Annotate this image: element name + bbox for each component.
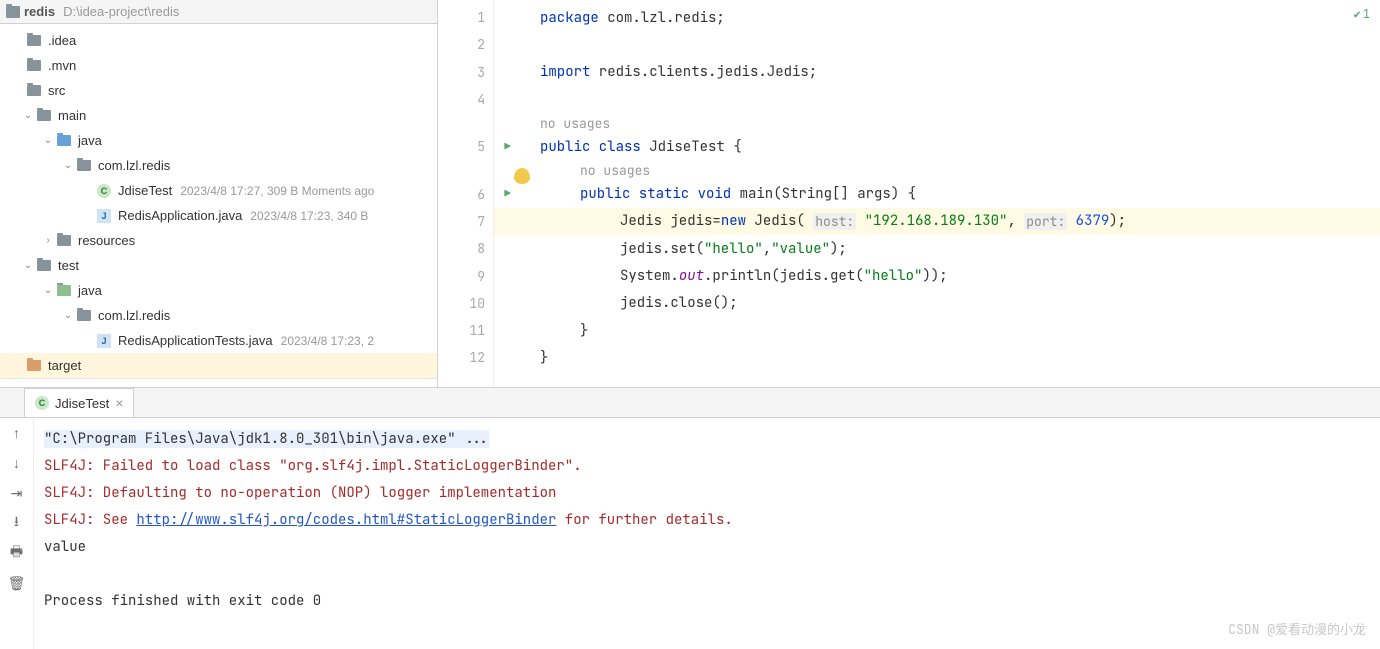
tree-item-main[interactable]: ⌄main (0, 103, 437, 128)
tree-item-mvn[interactable]: .mvn (0, 53, 437, 78)
chevron-right-icon[interactable]: › (42, 235, 54, 246)
class-icon: C (97, 184, 111, 198)
project-tree-panel: redis D:\idea-project\redis .idea .mvn s… (0, 0, 438, 387)
java-file-icon: J (97, 334, 111, 348)
line-number[interactable]: 10 (438, 290, 493, 317)
run-tabs: C JdiseTest × (0, 388, 1380, 418)
breadcrumb-path: D:\idea-project\redis (63, 4, 179, 19)
chevron-down-icon[interactable]: ⌄ (62, 160, 74, 171)
chevron-down-icon[interactable]: ⌄ (42, 285, 54, 296)
console-line: SLF4J: Defaulting to no-operation (NOP) … (44, 480, 1370, 507)
tree-item-jdisetest[interactable]: CJdiseTest2023/4/8 17:27, 309 B Moments … (0, 178, 437, 203)
line-number[interactable]: 4 (438, 86, 493, 113)
console-line (44, 561, 1370, 588)
line-number[interactable]: 3 (438, 59, 493, 86)
tree-item-test-package[interactable]: ⌄com.lzl.redis (0, 303, 437, 328)
breadcrumb-name: redis (24, 4, 55, 19)
line-number[interactable]: 1 (438, 4, 493, 31)
tree-item-java[interactable]: ⌄java (0, 128, 437, 153)
resources-folder-icon (57, 235, 71, 246)
line-number[interactable]: 5▶ (438, 133, 493, 160)
console-output[interactable]: "C:\Program Files\Java\jdk1.8.0_301\bin\… (34, 418, 1380, 649)
scroll-up-icon[interactable]: ↑ (8, 424, 26, 442)
run-tab-jdisetest[interactable]: C JdiseTest × (24, 388, 134, 417)
folder-icon (6, 6, 20, 18)
line-number[interactable]: 6▶ (438, 180, 493, 207)
breadcrumb[interactable]: redis D:\idea-project\redis (0, 0, 437, 24)
console-line: SLF4J: Failed to load class "org.slf4j.i… (44, 453, 1370, 480)
chevron-down-icon[interactable]: ⌄ (22, 110, 34, 121)
scroll-to-end-icon[interactable]: ⭳ (8, 514, 26, 532)
watermark: CSDN @爱看动漫的小龙 (1228, 616, 1366, 643)
folder-icon (37, 260, 51, 271)
console-line: "C:\Program Files\Java\jdk1.8.0_301\bin\… (44, 430, 489, 448)
console-line: SLF4J: See http://www.slf4j.org/codes.ht… (44, 507, 1370, 534)
test-folder-icon (57, 285, 71, 296)
soft-wrap-icon[interactable]: ⇥ (8, 484, 26, 502)
problems-indicator[interactable]: ✔ 1 (1354, 6, 1370, 22)
package-icon (77, 310, 91, 321)
print-icon[interactable]: 🖶 (8, 544, 26, 562)
folder-icon (27, 35, 41, 46)
package-icon (77, 160, 91, 171)
usage-hint[interactable]: no usages (494, 160, 1380, 180)
java-file-icon: J (97, 209, 111, 223)
run-tab-label: JdiseTest (55, 396, 109, 411)
tree-item-package[interactable]: ⌄com.lzl.redis (0, 153, 437, 178)
folder-icon (37, 110, 51, 121)
tree-item-resources[interactable]: ›resources (0, 228, 437, 253)
chevron-down-icon[interactable]: ⌄ (42, 135, 54, 146)
close-icon[interactable]: × (115, 395, 123, 411)
run-tool-window: C JdiseTest × ↑ ↓ ⇥ ⭳ 🖶 🗑 "C:\Program Fi… (0, 388, 1380, 649)
tree-item-idea[interactable]: .idea (0, 28, 437, 53)
tree-item-target[interactable]: target (0, 353, 437, 378)
code-editor[interactable]: 1 2 3 4 5▶ 6▶ 7 8 9 10 11 12 ✔ 1 package… (438, 0, 1380, 387)
project-tree[interactable]: .idea .mvn src ⌄main ⌄java ⌄com.lzl.redi… (0, 24, 437, 383)
usage-hint[interactable]: no usages (494, 113, 1380, 133)
scroll-down-icon[interactable]: ↓ (8, 454, 26, 472)
line-number[interactable]: 2 (438, 31, 493, 58)
source-folder-icon (57, 135, 71, 146)
folder-icon (27, 60, 41, 71)
folder-icon (27, 85, 41, 96)
tree-item-src[interactable]: src (0, 78, 437, 103)
clear-icon[interactable]: 🗑 (8, 574, 26, 592)
line-number[interactable]: 8 (438, 235, 493, 262)
intention-bulb-icon[interactable] (514, 168, 530, 184)
tree-item-test-java[interactable]: ⌄java (0, 278, 437, 303)
console-line: value (44, 534, 1370, 561)
chevron-down-icon[interactable]: ⌄ (22, 260, 34, 271)
line-number[interactable]: 12 (438, 344, 493, 371)
code-area[interactable]: ✔ 1 package com.lzl.redis; import redis.… (494, 0, 1380, 387)
chevron-down-icon[interactable]: ⌄ (62, 310, 74, 321)
target-folder-icon (27, 360, 41, 371)
tree-item-redistests[interactable]: JRedisApplicationTests.java2023/4/8 17:2… (0, 328, 437, 353)
console-link[interactable]: http://www.slf4j.org/codes.html#StaticLo… (136, 511, 556, 529)
line-number[interactable]: 7 (438, 208, 493, 235)
console-line: Process finished with exit code 0 (44, 588, 1370, 615)
tree-item-test[interactable]: ⌄test (0, 253, 437, 278)
line-number[interactable]: 9 (438, 262, 493, 289)
editor-gutter[interactable]: 1 2 3 4 5▶ 6▶ 7 8 9 10 11 12 (438, 0, 494, 387)
class-icon: C (35, 396, 49, 410)
run-toolbar: ↑ ↓ ⇥ ⭳ 🖶 🗑 (0, 418, 34, 649)
tree-item-redisapp[interactable]: JRedisApplication.java2023/4/8 17:23, 34… (0, 203, 437, 228)
line-number[interactable]: 11 (438, 317, 493, 344)
